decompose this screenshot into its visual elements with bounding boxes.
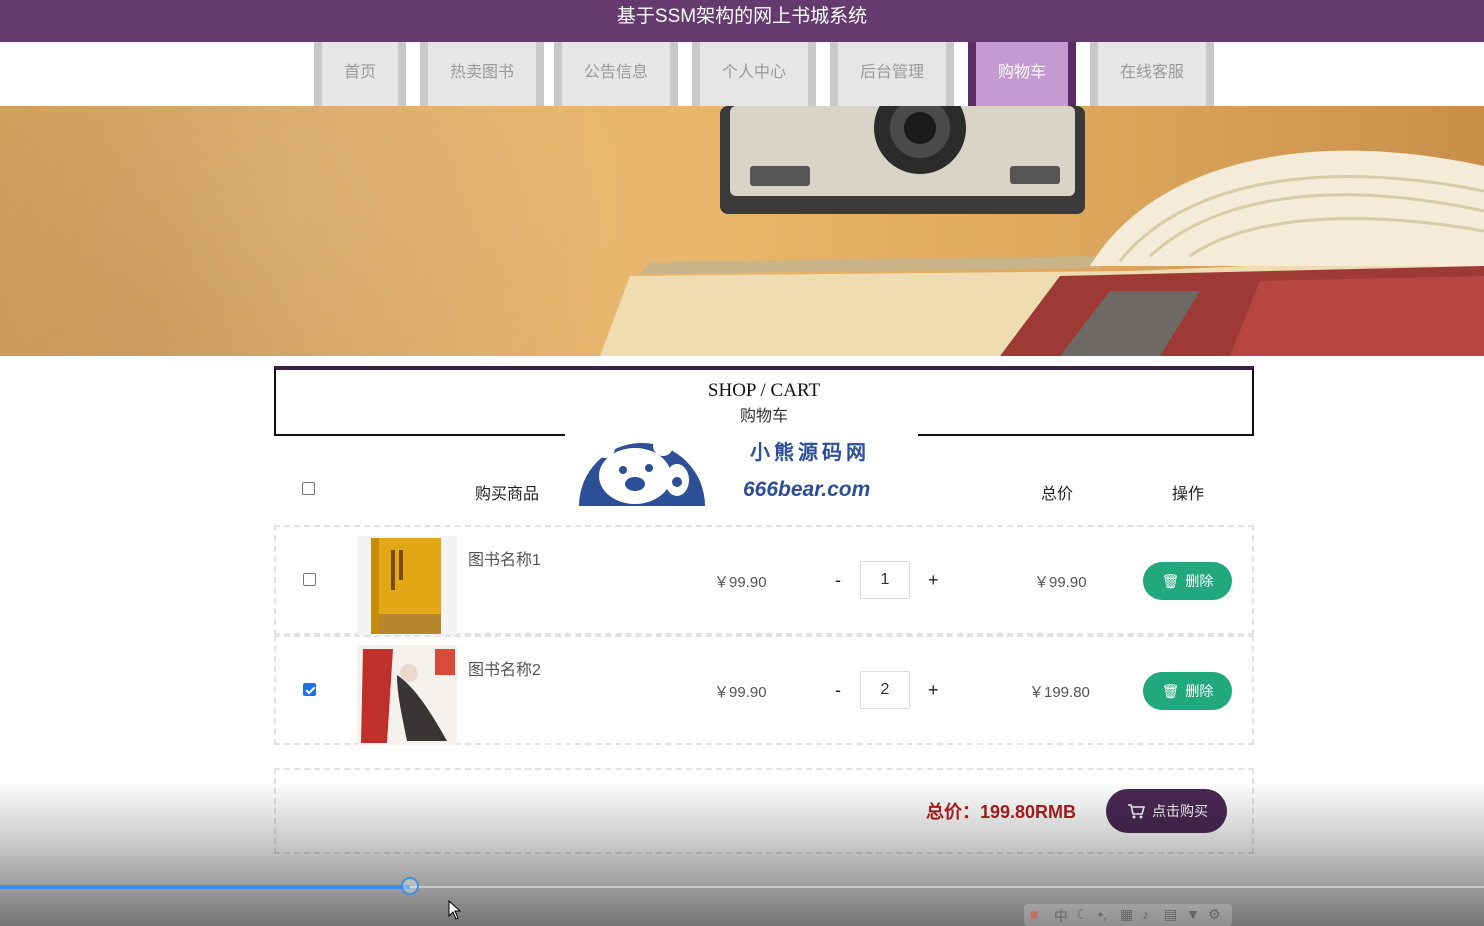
cart-title-cn: 购物车 [739, 408, 788, 425]
quantity-input[interactable]: 2 [860, 671, 910, 709]
ime-moon-icon[interactable]: ☾ [1076, 906, 1089, 923]
row-subtotal: ￥199.80 [1029, 684, 1090, 701]
trash-icon: 🗑 [1161, 573, 1180, 589]
banner-image [0, 106, 1484, 356]
ime-chinese-icon[interactable]: 中 [1054, 906, 1068, 926]
quantity-increase-button[interactable]: + [928, 680, 939, 701]
ime-punctuation-icon[interactable]: •, [1098, 906, 1107, 922]
select-all-checkbox[interactable] [302, 482, 315, 495]
header-subtotal: 总价 [1041, 486, 1074, 503]
delete-button[interactable]: 🗑 删除 [1143, 672, 1232, 710]
watermark-name: 小熊源码网 [750, 442, 870, 464]
total-price: 总价：199.80RMB [926, 802, 1077, 822]
ime-skin-icon[interactable]: ▤ [1164, 906, 1177, 923]
ime-keyboard-icon[interactable]: ▦ [1120, 906, 1133, 923]
nav-item-customer-service[interactable]: 在线客服 [1090, 42, 1214, 106]
site-title: 基于SSM架构的网上书城系统 [616, 6, 868, 27]
book-name[interactable]: 图书名称2 [468, 656, 541, 680]
site-header: 基于SSM架构的网上书城系统 [0, 0, 1484, 42]
ime-settings-icon[interactable]: ⚙ [1208, 906, 1221, 923]
delete-button[interactable]: 🗑 删除 [1143, 562, 1232, 600]
video-progress-fill [0, 885, 410, 889]
ime-voice-icon[interactable]: ♪ [1142, 906, 1149, 922]
nav-item-profile[interactable]: 个人中心 [692, 42, 816, 106]
unit-price: ￥99.90 [714, 574, 767, 591]
quantity-decrease-button[interactable]: - [835, 570, 841, 591]
main-nav: 首页 热卖图书 公告信息 个人中心 后台管理 购物车 在线客服 [0, 42, 1484, 106]
book-cover-image [357, 536, 457, 636]
trash-icon: 🗑 [1161, 683, 1180, 699]
watermark-url: 666bear.com [743, 478, 871, 501]
video-progress-handle[interactable] [400, 877, 419, 895]
delete-label: 删除 [1185, 573, 1214, 589]
row-checkbox[interactable] [303, 573, 316, 586]
nav-item-admin[interactable]: 后台管理 [830, 42, 954, 106]
mouse-cursor-icon [448, 900, 462, 920]
bear-logo-icon [579, 436, 705, 506]
quantity-input[interactable]: 1 [860, 561, 910, 599]
cart-title-en: SHOP / CART [707, 380, 821, 401]
ime-shirt-icon[interactable]: ▼ [1186, 906, 1200, 922]
buy-label: 点击购买 [1152, 803, 1208, 819]
row-subtotal: ￥99.90 [1034, 574, 1087, 591]
buy-button[interactable]: 点击购买 [1106, 789, 1227, 833]
nav-item-hot-books[interactable]: 热卖图书 [420, 42, 544, 106]
header-action: 操作 [1172, 486, 1205, 503]
nav-item-announcements[interactable]: 公告信息 [554, 42, 678, 106]
cart-icon [1128, 804, 1146, 819]
banner-illustration [600, 106, 1484, 356]
delete-label: 删除 [1185, 683, 1214, 699]
quantity-increase-button[interactable]: + [928, 570, 939, 591]
unit-price: ￥99.90 [714, 684, 767, 701]
nav-item-cart[interactable]: 购物车 [968, 42, 1076, 106]
ime-logo-icon[interactable]: ■ [1030, 906, 1038, 922]
book-name[interactable]: 图书名称1 [468, 546, 541, 570]
quantity-decrease-button[interactable]: - [835, 680, 841, 701]
book-cover-image [357, 645, 457, 745]
row-checkbox[interactable] [303, 683, 316, 696]
watermark: 小熊源码网 666bear.com [565, 424, 918, 512]
nav-item-home[interactable]: 首页 [314, 42, 406, 106]
header-product: 购买商品 [475, 486, 540, 503]
